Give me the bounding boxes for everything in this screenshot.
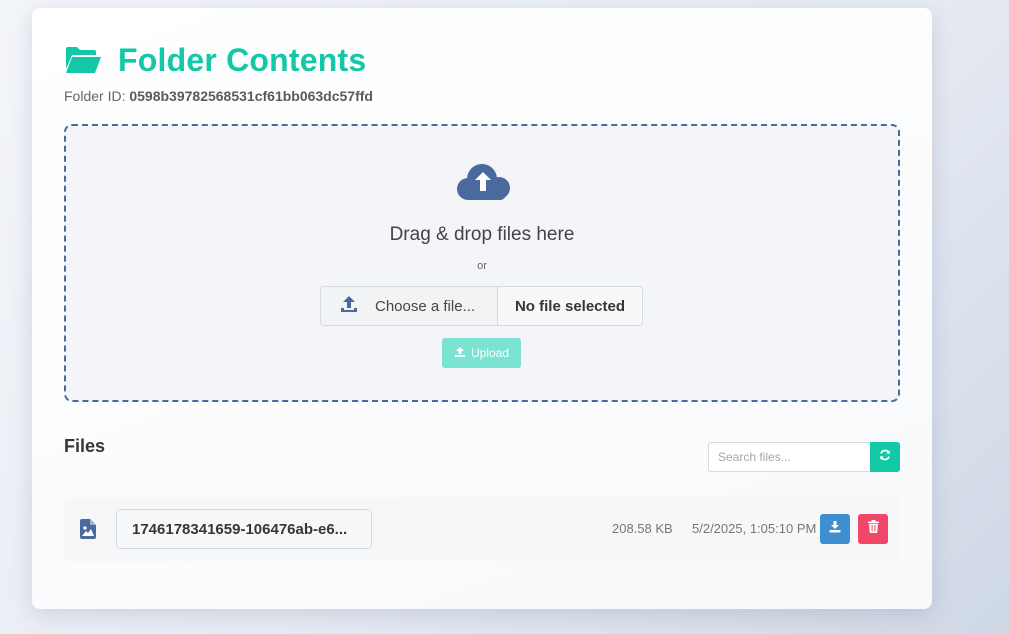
folder-card: Folder Contents Folder ID: 0598b39782568… xyxy=(32,8,932,609)
file-size: 208.58 KB xyxy=(612,521,673,536)
folder-open-icon xyxy=(64,45,102,75)
files-heading: Files xyxy=(64,436,106,456)
dropzone-or: or xyxy=(477,260,487,272)
download-icon xyxy=(829,520,841,538)
search-input[interactable] xyxy=(708,442,871,472)
folder-id-value: 0598b39782568531cf61bb063dc57ffd xyxy=(129,88,373,104)
upload-button[interactable]: Upload xyxy=(442,338,521,368)
choose-file-button[interactable]: Choose a file... xyxy=(321,287,498,325)
folder-id-label: Folder ID: xyxy=(64,88,126,104)
file-name[interactable]: 1746178341659-106476ab-e6... xyxy=(116,509,372,549)
delete-button[interactable] xyxy=(858,514,888,544)
file-input[interactable]: Choose a file... No file selected xyxy=(320,286,643,326)
upload-icon xyxy=(339,294,375,318)
choose-file-label: Choose a file... xyxy=(375,297,476,315)
folder-id: Folder ID: 0598b39782568531cf61bb063dc57… xyxy=(64,88,373,104)
page-title: Folder Contents xyxy=(118,42,367,78)
header: Folder Contents Folder ID: 0598b39782568… xyxy=(64,42,373,104)
refresh-button[interactable] xyxy=(870,442,900,472)
download-button[interactable] xyxy=(820,514,850,544)
dropzone[interactable]: Drag & drop files here or Choose a file.… xyxy=(64,124,900,402)
cloud-upload-icon xyxy=(452,160,514,206)
image-file-icon xyxy=(80,519,96,539)
file-date: 5/2/2025, 1:05:10 PM xyxy=(692,521,817,536)
file-name-display: No file selected xyxy=(498,287,642,325)
upload-label: Upload xyxy=(470,346,510,360)
refresh-icon xyxy=(879,448,891,466)
title-row: Folder Contents xyxy=(64,42,373,78)
dropzone-text: Drag & drop files here xyxy=(389,224,575,245)
file-row: 1746178341659-106476ab-e6... 208.58 KB 5… xyxy=(64,497,900,561)
upload-icon xyxy=(454,346,471,361)
trash-icon xyxy=(867,520,879,538)
